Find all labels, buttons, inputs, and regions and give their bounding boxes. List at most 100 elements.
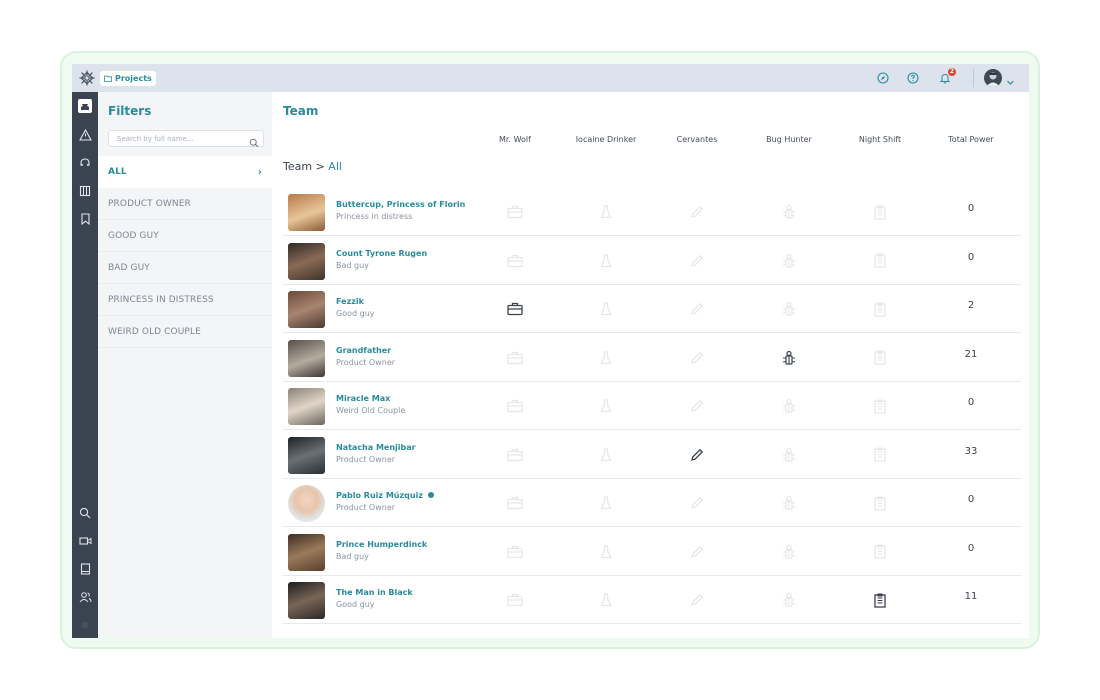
book-icon[interactable]: [76, 560, 94, 578]
avatar[interactable]: [288, 339, 325, 377]
avatar[interactable]: [288, 194, 325, 231]
clipboard-icon: [870, 493, 890, 513]
alert-triangle-icon[interactable]: [76, 126, 94, 144]
headset-icon[interactable]: [76, 154, 94, 172]
flask-icon: [596, 202, 616, 222]
search-icon[interactable]: [249, 133, 259, 152]
member-name[interactable]: Count Tyrone Rugen: [336, 249, 427, 258]
breadcrumb-root[interactable]: Team: [283, 160, 312, 173]
compass-icon[interactable]: [874, 69, 892, 87]
briefcase-icon: [505, 396, 525, 416]
avatar[interactable]: [288, 242, 325, 280]
video-icon[interactable]: [76, 532, 94, 550]
bug-icon: [779, 542, 799, 562]
filter-label: GOOD GUY: [108, 230, 159, 241]
users-icon[interactable]: [76, 588, 94, 606]
member-name[interactable]: Pablo Ruiz Múzquiz: [336, 491, 434, 500]
team-row-miracle-max[interactable]: Miracle Max Weird Old Couple 0: [283, 382, 1021, 430]
bug-icon: [779, 299, 799, 319]
clipboard-icon: [870, 348, 890, 368]
filter-princess-in-distress[interactable]: PRINCESS IN DISTRESS: [98, 284, 272, 316]
filter-label: PRINCESS IN DISTRESS: [108, 294, 214, 305]
filters-panel: Filters ALL › PRODUCT OWNER GOOD GUY BAD…: [98, 92, 272, 638]
member-role: Good guy: [336, 309, 375, 318]
bug-icon: [779, 445, 799, 465]
team-row-count-tyrone-rugen[interactable]: Count Tyrone Rugen Bad guy 0: [283, 237, 1021, 285]
columns-icon[interactable]: [76, 182, 94, 200]
member-name-text: Miracle Max: [336, 394, 391, 403]
flask-icon: [596, 348, 616, 368]
bug-icon: [779, 202, 799, 222]
pencil-icon: [687, 299, 707, 319]
member-name[interactable]: Fezzik: [336, 297, 364, 306]
total-power-value: 0: [967, 494, 975, 505]
team-main: Team Mr. Wolf Iocaine Drinker Cervantes …: [272, 92, 1029, 638]
briefcase-icon: [505, 299, 525, 319]
bug-icon: [779, 590, 799, 610]
flask-icon: [596, 445, 616, 465]
bell-icon[interactable]: 2: [936, 68, 956, 87]
breadcrumb-current[interactable]: All: [328, 160, 342, 173]
flask-icon: [596, 251, 616, 271]
page-title: Team: [283, 104, 319, 118]
avatar[interactable]: [288, 388, 325, 425]
avatar[interactable]: [288, 291, 325, 328]
hacker-icon[interactable]: [78, 99, 92, 113]
total-power-value: 21: [964, 348, 978, 360]
help-icon[interactable]: [904, 69, 922, 87]
filter-bad-guy[interactable]: BAD GUY: [98, 252, 272, 284]
team-row-natacha-menjibar[interactable]: Natacha Menjibar Product Owner 33: [283, 431, 1021, 479]
team-row-grandfather[interactable]: Grandfather Product Owner 21: [283, 334, 1021, 382]
status-dot-icon: [76, 616, 94, 634]
search-input[interactable]: [109, 131, 239, 146]
folder-icon: [104, 75, 112, 82]
member-name-text: Pablo Ruiz Múzquiz: [336, 491, 423, 500]
avatar[interactable]: [288, 533, 325, 571]
clipboard-icon: [870, 542, 890, 562]
flask-icon: [596, 542, 616, 562]
search-box: [108, 130, 264, 148]
member-name[interactable]: Prince Humperdinck: [336, 540, 427, 549]
filter-good-guy[interactable]: GOOD GUY: [98, 220, 272, 252]
breadcrumb-projects-label: Projects: [115, 74, 152, 83]
filter-weird-old-couple[interactable]: WEIRD OLD COUPLE: [98, 316, 272, 348]
clipboard-icon: [870, 396, 890, 416]
team-row-prince-humperdinck[interactable]: Prince Humperdinck Bad guy 0: [283, 528, 1021, 576]
member-name[interactable]: Natacha Menjibar: [336, 443, 416, 452]
flask-icon: [596, 396, 616, 416]
breadcrumb: Team > All: [283, 160, 342, 173]
bug-icon: [779, 396, 799, 416]
user-avatar[interactable]: [984, 69, 1002, 87]
member-name-text: Natacha Menjibar: [336, 442, 416, 452]
total-power-value: 2: [967, 300, 975, 311]
avatar[interactable]: [288, 582, 325, 619]
avatar[interactable]: [288, 485, 325, 522]
search-icon[interactable]: [76, 504, 94, 522]
member-name[interactable]: Miracle Max: [336, 394, 390, 403]
filters-title: Filters: [108, 104, 152, 118]
team-row-pablo-ruiz-muzquiz[interactable]: Pablo Ruiz Múzquiz Product Owner 0: [283, 479, 1021, 527]
avatar[interactable]: [288, 436, 325, 474]
briefcase-icon: [505, 251, 525, 271]
column-header-night-shift: Night Shift: [858, 135, 902, 144]
taiga-logo-icon[interactable]: [76, 67, 98, 89]
member-name[interactable]: Grandfather: [336, 346, 391, 355]
chevron-down-icon[interactable]: [1006, 72, 1015, 91]
breadcrumb-projects[interactable]: Projects: [100, 71, 156, 86]
member-name[interactable]: Buttercup, Princess of Florin: [336, 200, 465, 209]
pencil-icon: [687, 202, 707, 222]
member-name[interactable]: The Man in Black: [336, 588, 413, 597]
member-role: Good guy: [336, 600, 375, 609]
member-role: Weird Old Couple: [336, 406, 406, 415]
team-row-fezzik[interactable]: Fezzik Good guy 2: [283, 285, 1021, 333]
team-row-the-man-in-black[interactable]: The Man in Black Good guy 11: [283, 576, 1021, 624]
bookmark-icon[interactable]: [76, 210, 94, 228]
filter-label: WEIRD OLD COUPLE: [108, 326, 201, 337]
filter-all[interactable]: ALL ›: [98, 156, 272, 188]
member-name-text: Count Tyrone Rugen: [336, 248, 428, 258]
team-row-buttercup-princess-of-florin[interactable]: Buttercup, Princess of Florin Princess in…: [283, 188, 1021, 236]
bug-icon: [779, 348, 799, 368]
chevron-right-icon: ›: [257, 167, 262, 178]
member-name-text: Prince Humperdinck: [336, 539, 428, 549]
filter-product-owner[interactable]: PRODUCT OWNER: [98, 188, 272, 220]
